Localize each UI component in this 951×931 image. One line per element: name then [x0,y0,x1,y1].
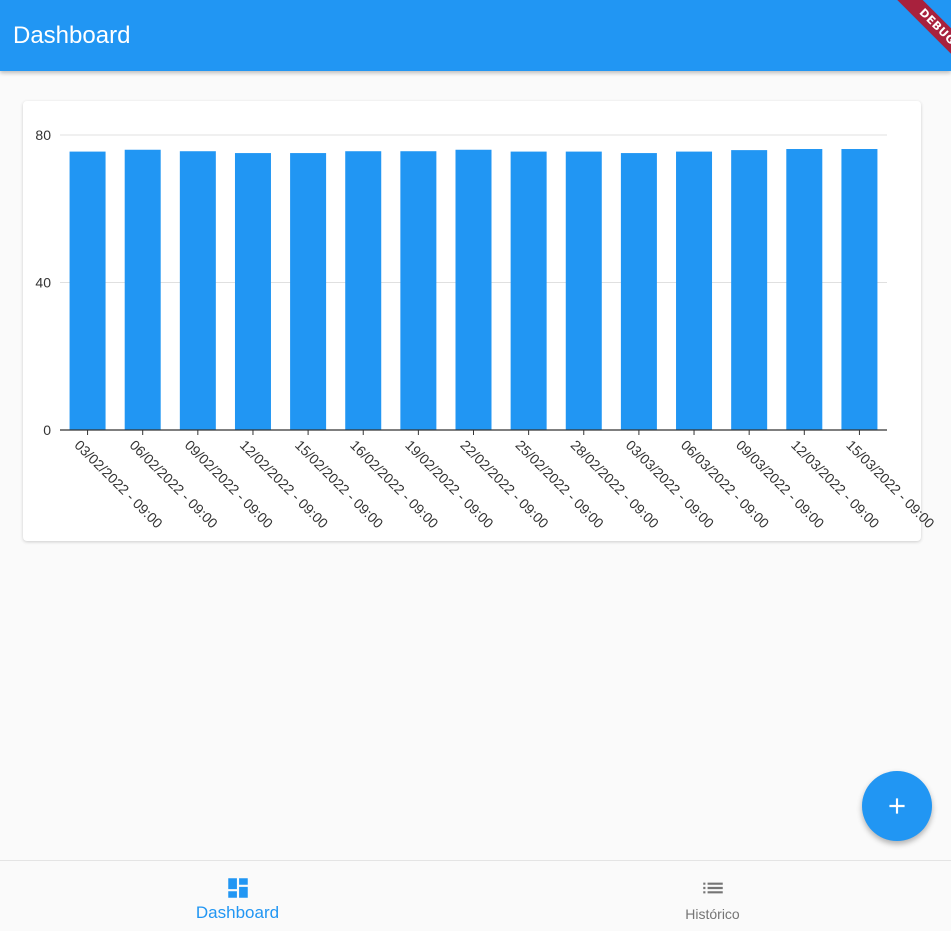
nav-label-historico: Histórico [685,906,740,922]
y-tick-label: 0 [43,422,51,438]
bar [786,149,823,430]
bar [620,153,657,430]
list-icon [702,882,723,894]
nav-item-dashboard[interactable]: Dashboard [0,861,475,931]
bar [179,151,216,430]
y-tick-label: 40 [35,275,51,291]
y-tick-label: 80 [35,127,51,143]
bar-chart: 0408003/02/2022 - 09:0006/02/2022 - 09:0… [35,127,937,531]
bar [234,153,271,430]
bar [124,149,161,430]
bottom-navigation: Dashboard Histórico [0,860,951,931]
bar [290,153,327,430]
chart-bars [69,149,878,430]
bar [565,151,602,430]
bar [676,151,713,430]
bar [841,149,878,430]
nav-label-dashboard: Dashboard [195,903,280,922]
bar [455,149,492,430]
bar [345,151,382,430]
bar [731,150,768,430]
bar [400,151,437,430]
bar [510,151,547,430]
bar [69,151,106,430]
add-button[interactable] [862,771,932,841]
dashboard-icon [227,878,248,898]
add-icon [889,798,905,814]
nav-item-historico[interactable]: Histórico [475,861,950,931]
